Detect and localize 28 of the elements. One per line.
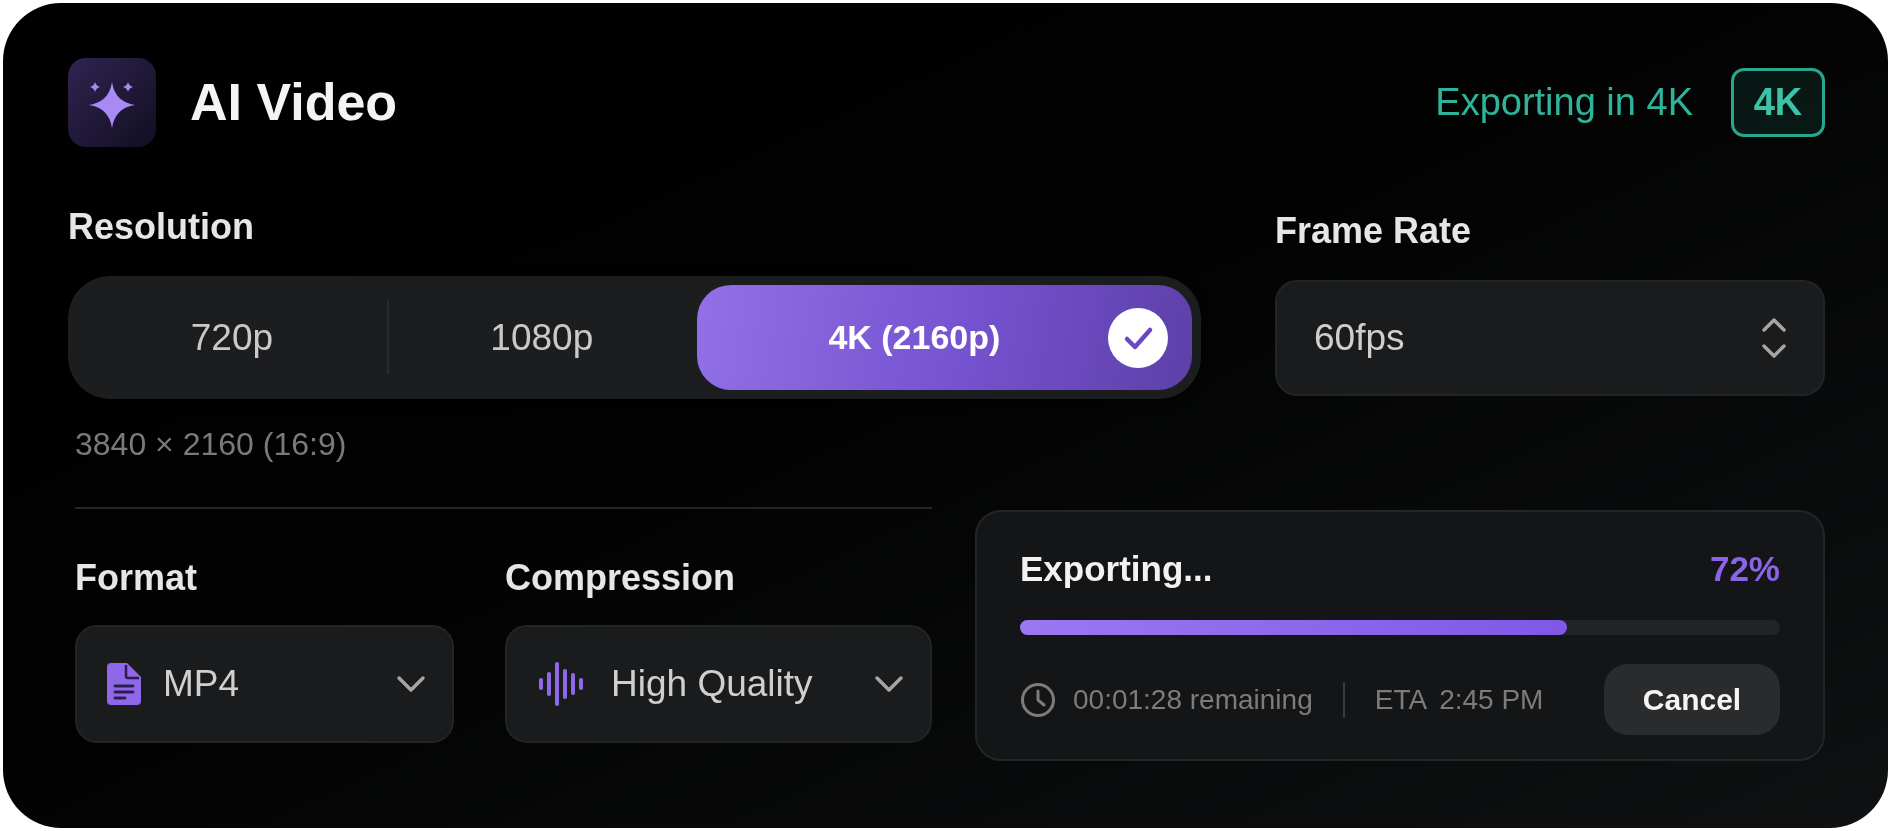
app-title: AI Video [190, 73, 398, 132]
chevron-down-icon [396, 675, 426, 693]
resolution-dimensions-text: 3840 × 2160 (16:9) [74, 425, 348, 463]
eta-time-text: 2:45 PM [1439, 682, 1544, 717]
section-label: Frame Rate [1275, 209, 1473, 253]
eta-label: ETA [1374, 682, 1428, 717]
compression-select[interactable]: High Quality [505, 625, 932, 743]
time-remaining-text: 00:01:28 remaining [1073, 682, 1313, 717]
export-status-text: Exporting in 4K [1435, 79, 1693, 125]
section-label: Resolution [68, 205, 255, 249]
progress-percent-text: 72% [1709, 548, 1780, 590]
waveform-icon [537, 660, 585, 708]
resolution-tab[interactable]: 720p [77, 285, 387, 390]
export-progress-title: Exporting... [1020, 548, 1213, 590]
section-label: Format [75, 556, 198, 600]
document-icon [107, 663, 141, 705]
section-label: Compression [505, 556, 737, 600]
resolution-tab[interactable]: 1080p [386, 285, 697, 390]
frame-rate-select[interactable]: 60fps [1275, 280, 1825, 396]
sparkle-icon [68, 58, 156, 147]
check-icon [1108, 307, 1168, 368]
cancel-button[interactable]: Cancel [1604, 664, 1780, 735]
chevron-up-down-icon [1761, 316, 1787, 360]
clock-icon [1020, 681, 1056, 718]
format-select[interactable]: MP4 [75, 625, 454, 743]
resolution-badge: 4K [1731, 68, 1825, 137]
resolution-tab[interactable]: 4K (2160p) [696, 285, 1192, 390]
chevron-down-icon [874, 675, 904, 693]
